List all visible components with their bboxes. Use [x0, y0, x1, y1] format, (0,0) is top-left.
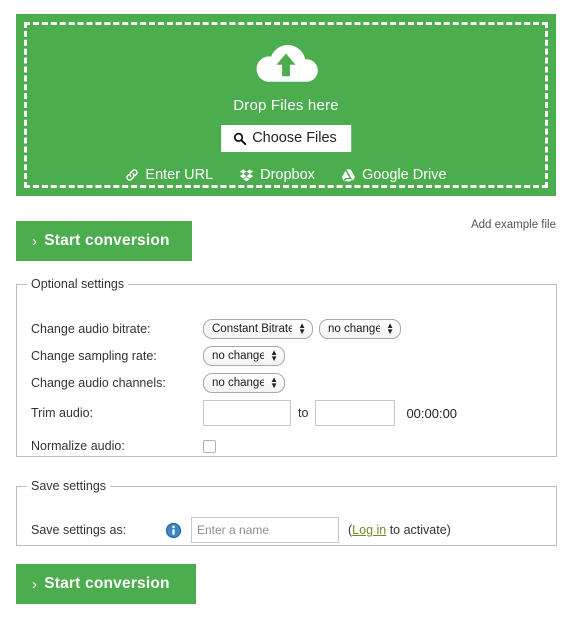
sampling-rate-select-wrap: no change ▲ ▼ [203, 346, 285, 366]
cloud-upload-icon [250, 39, 322, 91]
info-icon[interactable] [165, 522, 182, 539]
google-drive-label: Google Drive [361, 167, 447, 183]
audio-bitrate-value-select-wrap: no change ▲ ▼ [319, 319, 401, 339]
sampling-rate-select[interactable]: no change [203, 346, 285, 366]
optional-settings-legend: Optional settings [31, 277, 125, 291]
google-drive-icon [341, 169, 355, 182]
enter-url-link[interactable]: Enter URL [125, 167, 213, 183]
audio-channels-select-wrap: no change ▲ ▼ [203, 373, 285, 393]
start-conversion-button-bottom[interactable]: › Start conversion [16, 564, 196, 604]
alternate-sources: Enter URL Dropbox Google Drive [27, 167, 545, 183]
chevron-right-icon: › [32, 575, 38, 593]
audio-bitrate-mode-select-wrap: Constant Bitrate ▲ ▼ [203, 319, 313, 339]
change-audio-channels-label: Change audio channels: [31, 376, 166, 390]
start-conversion-button-top[interactable]: › Start conversion [16, 221, 192, 261]
drop-files-here-label: Drop Files here [233, 97, 339, 114]
dropbox-icon [239, 169, 254, 182]
start-conversion-label: Start conversion [44, 232, 170, 249]
save-settings-name-input[interactable] [191, 517, 339, 543]
login-activate-note: (Log in to activate) [339, 523, 451, 537]
row-change-sampling-rate: Change sampling rate: no change ▲ ▼ [17, 344, 556, 368]
log-in-link[interactable]: Log in [352, 523, 386, 537]
link-icon [126, 169, 139, 181]
change-sampling-rate-label: Change sampling rate: [31, 349, 157, 363]
dropbox-link[interactable]: Dropbox [239, 167, 315, 183]
save-settings-legend: Save settings [31, 479, 107, 493]
save-settings-fieldset: Save settings Save settings as: (Log in … [16, 479, 557, 546]
row-trim-audio: Trim audio: to 00:00:00 [17, 398, 556, 428]
audio-bitrate-value-select[interactable]: no change [319, 319, 401, 339]
row-normalize-audio: Normalize audio: [17, 436, 556, 456]
audio-bitrate-mode-select[interactable]: Constant Bitrate [203, 319, 313, 339]
change-audio-bitrate-label: Change audio bitrate: [31, 322, 151, 336]
row-change-audio-bitrate: Change audio bitrate: Constant Bitrate ▲… [17, 317, 556, 341]
choose-files-button[interactable]: Choose Files [221, 125, 351, 152]
audio-channels-select[interactable]: no change [203, 373, 285, 393]
optional-settings-fieldset: Optional settings Change audio bitrate: … [16, 277, 557, 457]
search-icon [233, 132, 247, 145]
row-change-audio-channels: Change audio channels: no change ▲ ▼ [17, 371, 556, 395]
trim-end-input[interactable] [315, 400, 396, 426]
file-dropzone[interactable]: Drop Files here Choose Files Enter URL D… [16, 14, 556, 196]
dropbox-label: Dropbox [260, 167, 315, 183]
chevron-right-icon: › [32, 232, 38, 250]
note-rest-text: to activate) [386, 523, 451, 537]
trim-audio-label: Trim audio: [31, 406, 94, 420]
trim-duration-value: 00:00:00 [406, 405, 458, 421]
add-example-file-link[interactable]: Add example file [471, 219, 556, 231]
normalize-audio-checkbox[interactable] [203, 439, 216, 453]
normalize-audio-label: Normalize audio: [31, 439, 125, 453]
choose-files-label: Choose Files [252, 130, 337, 146]
trim-to-word: to [298, 406, 309, 420]
trim-start-input[interactable] [203, 400, 291, 426]
start-conversion-label: Start conversion [44, 575, 170, 592]
save-settings-as-label: Save settings as: [31, 523, 127, 537]
row-save-settings-as: Save settings as: (Log in to activate) [17, 516, 556, 544]
enter-url-label: Enter URL [145, 167, 214, 183]
dropzone-dashed-border: Drop Files here Choose Files Enter URL D… [24, 22, 548, 188]
google-drive-link[interactable]: Google Drive [341, 167, 447, 183]
